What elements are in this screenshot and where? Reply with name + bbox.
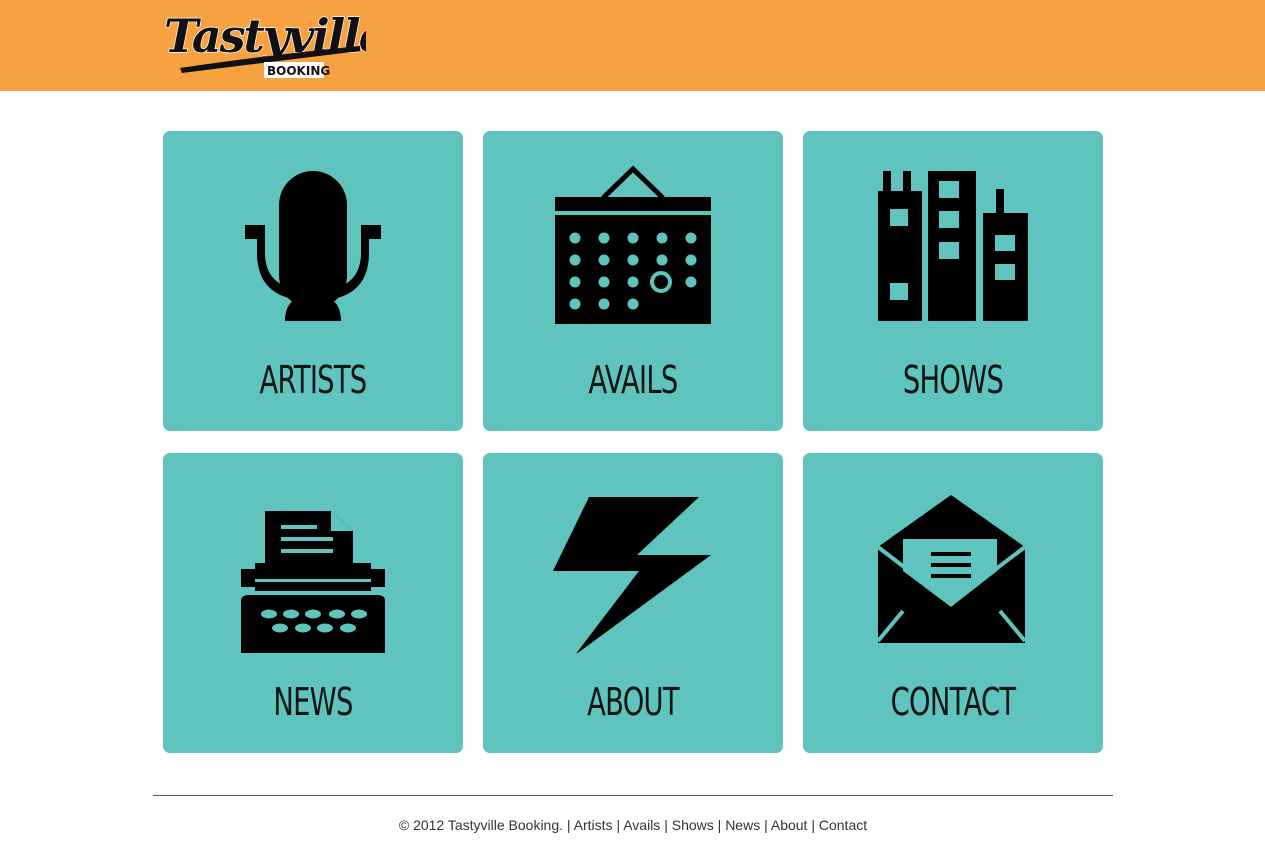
calendar-icon xyxy=(553,161,713,331)
tile-label: SHOWS xyxy=(902,358,1004,402)
copyright-text: © 2012 Tastyville Booking. xyxy=(398,817,564,833)
envelope-icon xyxy=(873,483,1033,653)
tile-label: ARTISTS xyxy=(259,358,368,402)
site-header: Tastyville BOOKING xyxy=(0,0,1265,91)
tile-artists[interactable]: ARTISTS xyxy=(163,131,463,431)
tile-shows[interactable]: SHOWS xyxy=(803,131,1103,431)
tile-contact[interactable]: CONTACT xyxy=(803,453,1103,753)
separator: | xyxy=(664,817,672,833)
footer-link-avails[interactable]: Avails xyxy=(623,817,660,833)
logo-tagline: BOOKING xyxy=(267,64,330,78)
site-logo[interactable]: Tastyville BOOKING xyxy=(160,6,366,80)
lightning-bolt-icon xyxy=(553,483,713,653)
microphone-icon xyxy=(233,161,393,331)
tile-label: AVAILS xyxy=(588,358,678,402)
separator: | xyxy=(764,817,771,833)
footer-link-artists[interactable]: Artists xyxy=(574,817,613,833)
footer-divider xyxy=(153,795,1113,796)
svg-text:Tastyville: Tastyville xyxy=(164,9,366,63)
logo-graphic: Tastyville BOOKING xyxy=(163,8,366,78)
footer-link-shows[interactable]: Shows xyxy=(672,817,714,833)
footer-link-about[interactable]: About xyxy=(771,817,808,833)
tile-label: CONTACT xyxy=(890,680,1016,724)
tile-label: NEWS xyxy=(273,680,353,724)
footer-link-news[interactable]: News xyxy=(725,817,760,833)
tile-news[interactable]: NEWS xyxy=(163,453,463,753)
typewriter-icon xyxy=(233,483,393,653)
tile-about[interactable]: ABOUT xyxy=(483,453,783,753)
buildings-icon xyxy=(873,161,1033,331)
footer-link-contact[interactable]: Contact xyxy=(819,817,867,833)
tile-label: ABOUT xyxy=(587,680,679,724)
separator: | xyxy=(566,817,574,833)
site-footer: © 2012 Tastyville Booking. | Artists | A… xyxy=(153,817,1113,833)
separator: | xyxy=(811,817,819,833)
tile-avails[interactable]: AVAILS xyxy=(483,131,783,431)
